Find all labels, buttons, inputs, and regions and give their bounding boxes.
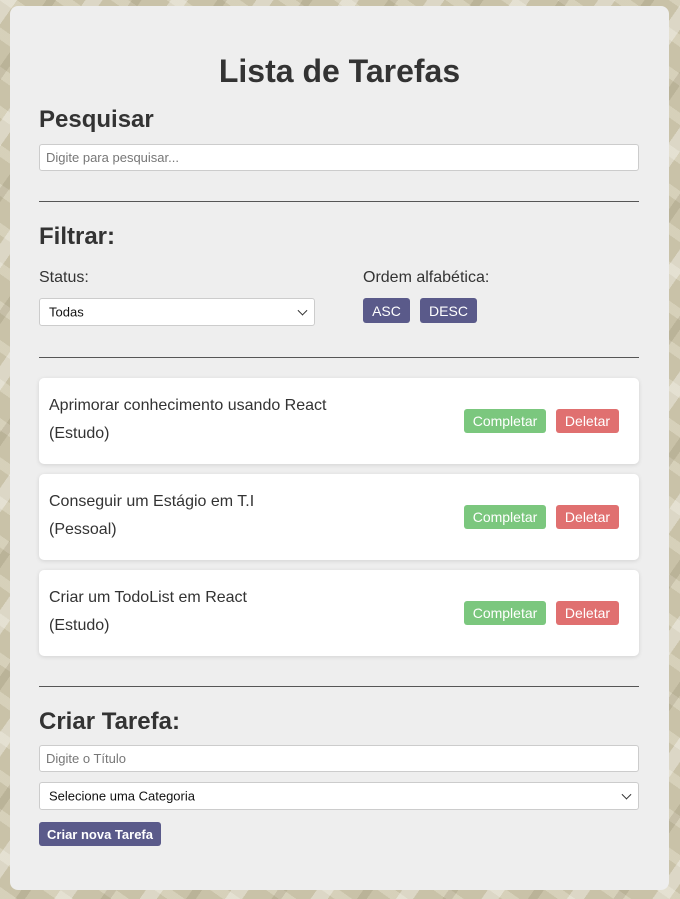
delete-button[interactable]: Deletar <box>556 505 619 529</box>
category-select[interactable]: Selecione uma Categoria <box>39 782 639 810</box>
create-heading: Criar Tarefa: <box>39 708 180 735</box>
task-item: Conseguir um Estágio em T.I (Pessoal) Co… <box>39 474 639 560</box>
task-title-input[interactable] <box>39 745 639 772</box>
delete-button[interactable]: Deletar <box>556 601 619 625</box>
delete-button[interactable]: Deletar <box>556 409 619 433</box>
task-item: Criar um TodoList em React (Estudo) Comp… <box>39 570 639 656</box>
status-select-value: Todas <box>49 304 84 320</box>
divider <box>39 357 639 358</box>
task-item: Aprimorar conhecimento usando React (Est… <box>39 378 639 464</box>
status-select[interactable]: Todas <box>39 298 315 326</box>
sort-asc-button[interactable]: ASC <box>363 298 410 323</box>
task-title: Aprimorar conhecimento usando React <box>49 397 327 414</box>
chevron-down-icon <box>621 789 632 800</box>
page-title: Lista de Tarefas <box>218 53 461 89</box>
todo-app-panel: Lista de Tarefas Pesquisar Filtrar: Stat… <box>10 6 669 890</box>
complete-button[interactable]: Completar <box>464 601 546 625</box>
status-label: Status: <box>39 269 89 286</box>
divider <box>39 201 639 202</box>
create-task-button[interactable]: Criar nova Tarefa <box>39 822 161 846</box>
task-category: (Pessoal) <box>49 521 117 538</box>
search-input[interactable] <box>39 144 639 171</box>
task-category: (Estudo) <box>49 617 110 634</box>
task-title: Conseguir um Estágio em T.I <box>49 493 255 510</box>
divider <box>39 686 639 687</box>
order-label: Ordem alfabética: <box>363 269 490 286</box>
search-heading: Pesquisar <box>39 106 154 133</box>
sort-desc-button[interactable]: DESC <box>420 298 477 323</box>
complete-button[interactable]: Completar <box>464 409 546 433</box>
filter-heading: Filtrar: <box>39 223 116 250</box>
task-title: Criar um TodoList em React <box>49 589 247 606</box>
complete-button[interactable]: Completar <box>464 505 546 529</box>
category-select-value: Selecione uma Categoria <box>49 788 195 804</box>
task-category: (Estudo) <box>49 425 110 442</box>
chevron-down-icon <box>297 305 308 316</box>
